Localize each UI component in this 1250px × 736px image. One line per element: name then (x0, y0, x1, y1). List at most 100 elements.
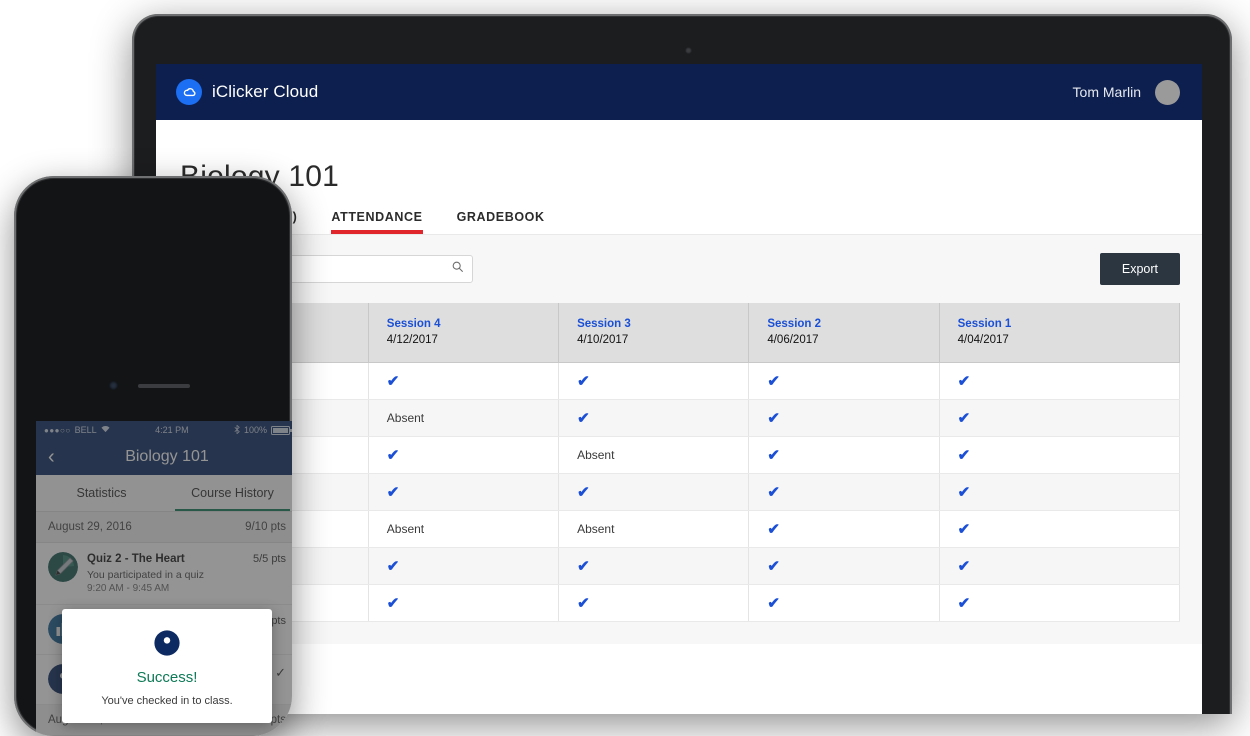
column-header-main: Session 1 (958, 317, 1179, 333)
table-row[interactable]: 0✔✔✔✔ (178, 363, 1180, 400)
attendance-present-cell: ✔ (368, 548, 558, 585)
app-topbar: iClicker Cloud Tom Marlin (156, 64, 1202, 120)
attendance-present-cell: ✔ (939, 437, 1179, 474)
phone-page-title: Biology 101 (36, 448, 292, 466)
ios-status-bar: ●●●○○ BELL 4:21 PM 100% (36, 421, 292, 439)
history-list-item[interactable]: Quiz 2 - The HeartYou participated in a … (36, 543, 292, 605)
history-item-points: pts (271, 614, 286, 644)
attendance-present-cell: ✔ (559, 363, 749, 400)
attendance-present-cell: ✔ (559, 548, 749, 585)
check-icon: ✔ (767, 521, 780, 538)
toolbar: Export (156, 234, 1202, 303)
wifi-icon (101, 425, 110, 435)
history-item-time: 9:20 AM - 9:45 AM (87, 583, 244, 594)
page-title: Biology 101 (156, 120, 1202, 194)
check-icon: ✔ (387, 447, 400, 464)
location-pin-icon (149, 625, 185, 661)
attendance-present-cell: ✔ (749, 363, 939, 400)
column-header[interactable]: Session 44/12/2017 (368, 303, 558, 363)
attendance-present-cell: ✔ (939, 511, 1179, 548)
attendance-present-cell: ✔ (368, 363, 558, 400)
attendance-present-cell: ✔ (939, 400, 1179, 437)
table-row[interactable]: 2AbsentAbsent✔✔ (178, 511, 1180, 548)
check-icon: ✔ (387, 558, 400, 575)
export-button[interactable]: Export (1100, 253, 1180, 285)
bluetooth-icon (234, 425, 240, 436)
check-icon: ✔ (958, 373, 971, 390)
attendance-present-cell: ✔ (749, 511, 939, 548)
attendance-present-cell: ✔ (559, 585, 749, 622)
attendance-absent-cell: Absent (559, 437, 749, 474)
attendance-table-wrap: UnexcusedAbsencesSession 44/12/2017Sessi… (156, 303, 1202, 644)
attendance-absent-cell: Absent (368, 400, 558, 437)
quiz-icon (48, 552, 78, 582)
phone-tabs: Statistics Course History (36, 475, 292, 512)
cloud-icon (176, 79, 202, 105)
battery-full-icon (271, 426, 290, 435)
attendance-absent-cell: Absent (559, 511, 749, 548)
table-row[interactable]: 0Absent✔✔✔ (178, 400, 1180, 437)
table-row[interactable]: 1✔Absent✔✔ (178, 437, 1180, 474)
column-header-sub: 4/12/2017 (387, 333, 558, 349)
table-row[interactable]: 0✔✔✔✔ (178, 474, 1180, 511)
attendance-present-cell: ✔ (749, 400, 939, 437)
tab-statistics[interactable]: Statistics (36, 475, 167, 511)
check-icon: ✔ (577, 484, 590, 501)
attendance-table: UnexcusedAbsencesSession 44/12/2017Sessi… (178, 303, 1180, 622)
column-header[interactable]: Session 14/04/2017 (939, 303, 1179, 363)
status-left: ●●●○○ BELL (44, 425, 110, 435)
history-date-header: August 29, 2016 9/10 pts (36, 512, 292, 543)
attendance-present-cell: ✔ (939, 548, 1179, 585)
table-row[interactable]: 0✔✔✔✔ (178, 548, 1180, 585)
check-icon: ✔ (767, 373, 780, 390)
column-header-main: Session 3 (577, 317, 748, 333)
chevron-left-icon[interactable]: ‹ (48, 447, 55, 467)
avatar[interactable] (1155, 80, 1180, 105)
attendance-present-cell: ✔ (368, 585, 558, 622)
check-icon: ✔ (387, 373, 400, 390)
tab-attendance[interactable]: ATTENDANCE (331, 210, 422, 234)
attendance-absent-cell: Absent (368, 511, 558, 548)
search-input[interactable] (268, 255, 473, 283)
table-header: UnexcusedAbsencesSession 44/12/2017Sessi… (178, 303, 1180, 363)
column-header[interactable]: Session 34/10/2017 (559, 303, 749, 363)
check-icon: ✔ (577, 595, 590, 612)
brand[interactable]: iClicker Cloud (176, 79, 318, 105)
column-header-sub: 4/06/2017 (767, 333, 938, 349)
table-row[interactable]: 0✔✔✔✔ (178, 585, 1180, 622)
check-icon: ✔ (767, 558, 780, 575)
check-icon: ✔ (958, 410, 971, 427)
phone-device: ●●●○○ BELL 4:21 PM 100% ‹ (14, 176, 292, 736)
history-item-points: 5/5 pts (253, 552, 286, 594)
attendance-present-cell: ✔ (939, 474, 1179, 511)
history-item-check-icon: ✓ (275, 664, 286, 694)
column-header-sub: 4/10/2017 (577, 333, 748, 349)
attendance-present-cell: ✔ (559, 400, 749, 437)
attendance-present-cell: ✔ (749, 437, 939, 474)
ios-nav-bar: ‹ Biology 101 (36, 439, 292, 475)
attendance-present-cell: ✔ (559, 474, 749, 511)
history-date: August 29, 2016 (48, 521, 132, 533)
tablet-camera-icon (685, 47, 692, 54)
carrier-label: BELL (75, 425, 97, 435)
phone-camera-icon (109, 381, 118, 390)
history-date-points: 9/10 pts (245, 521, 286, 533)
status-right: 100% (234, 425, 290, 436)
modal-title: Success! (76, 669, 258, 686)
tab-gradebook[interactable]: GRADEBOOK (457, 210, 545, 234)
brand-name: iClicker Cloud (212, 82, 318, 102)
tab-course-history[interactable]: Course History (167, 475, 292, 511)
history-item-body: Quiz 2 - The HeartYou participated in a … (87, 552, 244, 594)
column-header-sub: 4/04/2017 (958, 333, 1179, 349)
check-icon: ✔ (958, 484, 971, 501)
column-header[interactable]: Session 24/06/2017 (749, 303, 939, 363)
check-icon: ✔ (767, 447, 780, 464)
check-icon: ✔ (958, 558, 971, 575)
tablet-screen: iClicker Cloud Tom Marlin Biology 101 T … (156, 64, 1202, 714)
signal-dots-icon: ●●●○○ (44, 426, 71, 435)
check-icon: ✔ (958, 595, 971, 612)
user-name[interactable]: Tom Marlin (1073, 84, 1141, 100)
check-icon: ✔ (767, 410, 780, 427)
attendance-present-cell: ✔ (749, 474, 939, 511)
success-modal: Success! You've checked in to class. (62, 609, 272, 723)
